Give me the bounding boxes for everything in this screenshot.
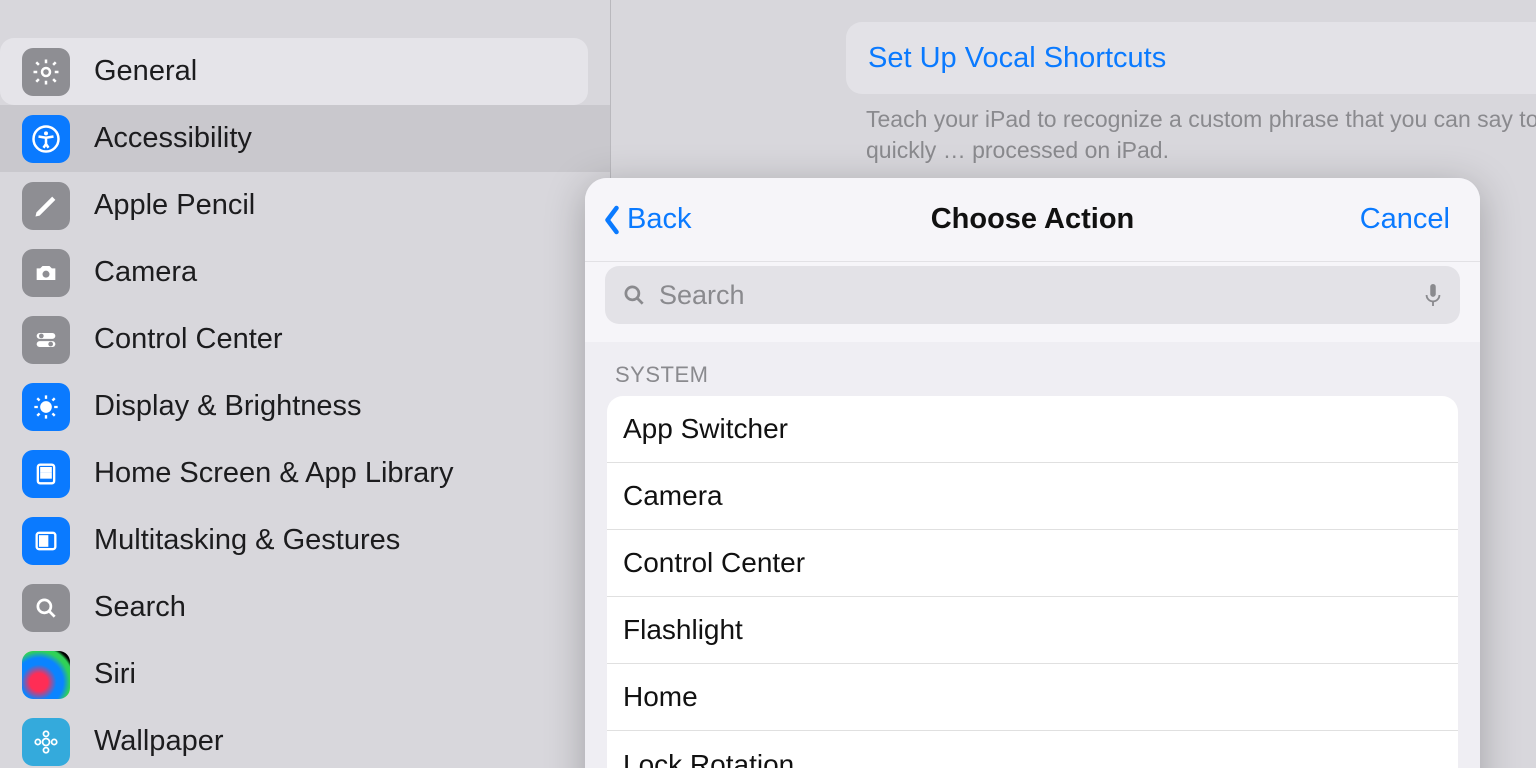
sidebar-item-accessibility[interactable]: Accessibility [0, 105, 610, 172]
sidebar-item-label: Apple Pencil [94, 189, 255, 222]
chevron-left-icon [603, 205, 621, 235]
sidebar-item-siri[interactable]: Siri [0, 641, 610, 708]
accessibility-icon [22, 115, 70, 163]
home-screen-icon [22, 450, 70, 498]
system-section-label: SYSTEM [585, 342, 1480, 396]
back-label: Back [627, 203, 691, 236]
multitasking-icon [22, 517, 70, 565]
sidebar-item-general[interactable]: General [0, 38, 588, 105]
sidebar-item-label: Control Center [94, 323, 283, 356]
vocal-shortcuts-hint: Teach your iPad to recognize a custom ph… [866, 104, 1536, 166]
sidebar-item-label: Siri [94, 658, 136, 691]
sidebar-item-camera[interactable]: Camera [0, 239, 610, 306]
action-app-switcher[interactable]: App Switcher [607, 396, 1458, 463]
sidebar-item-label: Wallpaper [94, 725, 223, 758]
sheet-header: Back Choose Action Cancel [585, 178, 1480, 262]
sheet-title: Choose Action [585, 203, 1480, 236]
sidebar-item-multitasking[interactable]: Multitasking & Gestures [0, 507, 610, 574]
magnifier-icon [22, 584, 70, 632]
system-actions-list: App Switcher Camera Control Center Flash… [607, 396, 1458, 768]
search-bar-container [585, 262, 1480, 342]
search-bar[interactable] [605, 266, 1460, 324]
gear-icon [22, 48, 70, 96]
sidebar-item-display-brightness[interactable]: Display & Brightness [0, 373, 610, 440]
sidebar-item-label: Camera [94, 256, 197, 289]
action-label: App Switcher [623, 413, 788, 445]
camera-icon [22, 249, 70, 297]
sidebar-item-home-screen[interactable]: Home Screen & App Library [0, 440, 610, 507]
sidebar-item-label: Home Screen & App Library [94, 457, 453, 490]
sidebar-item-label: Accessibility [94, 122, 252, 155]
action-flashlight[interactable]: Flashlight [607, 597, 1458, 664]
setup-label: Set Up Vocal Shortcuts [868, 42, 1166, 75]
action-camera[interactable]: Camera [607, 463, 1458, 530]
sidebar-item-label: Search [94, 591, 186, 624]
settings-sidebar: General Accessibility Apple Pencil Camer… [0, 0, 610, 768]
sidebar-item-label: Display & Brightness [94, 390, 362, 423]
setup-vocal-shortcuts-button[interactable]: Set Up Vocal Shortcuts [846, 22, 1536, 94]
cancel-button[interactable]: Cancel [1360, 203, 1450, 236]
sidebar-item-control-center[interactable]: Control Center [0, 306, 610, 373]
brightness-icon [22, 383, 70, 431]
toggles-icon [22, 316, 70, 364]
choose-action-sheet: Back Choose Action Cancel SYSTEM App Swi… [585, 178, 1480, 768]
action-label: Lock Rotation [623, 749, 794, 768]
sidebar-group-top: General [0, 38, 588, 105]
search-input[interactable] [659, 280, 1422, 311]
sidebar-item-search[interactable]: Search [0, 574, 610, 641]
action-label: Flashlight [623, 614, 743, 646]
action-lock-rotation[interactable]: Lock Rotation [607, 731, 1458, 768]
siri-icon [22, 651, 70, 699]
sidebar-item-label: General [94, 55, 197, 88]
back-button[interactable]: Back [603, 203, 691, 236]
microphone-icon[interactable] [1422, 282, 1444, 308]
action-home[interactable]: Home [607, 664, 1458, 731]
wallpaper-icon [22, 718, 70, 766]
action-label: Camera [623, 480, 723, 512]
sidebar-item-label: Multitasking & Gestures [94, 524, 400, 557]
search-icon [621, 282, 647, 308]
action-label: Home [623, 681, 698, 713]
pencil-icon [22, 182, 70, 230]
action-control-center[interactable]: Control Center [607, 530, 1458, 597]
sidebar-item-wallpaper[interactable]: Wallpaper [0, 708, 610, 768]
sidebar-item-apple-pencil[interactable]: Apple Pencil [0, 172, 610, 239]
action-label: Control Center [623, 547, 805, 579]
